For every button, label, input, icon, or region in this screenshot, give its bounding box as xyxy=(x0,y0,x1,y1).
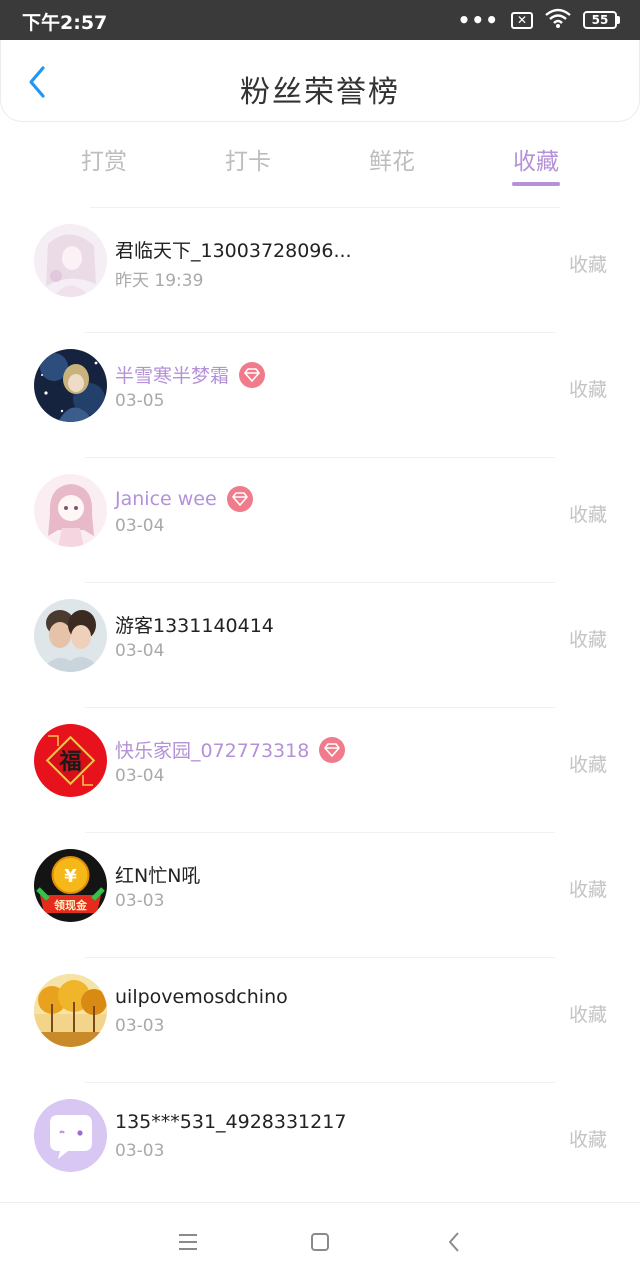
wifi-icon xyxy=(545,8,571,32)
favorite-date: 03-04 xyxy=(115,516,165,536)
tab-checkin[interactable]: 打卡 xyxy=(176,134,320,194)
page-title: 粉丝荣誉榜 xyxy=(240,75,400,110)
system-back-button[interactable] xyxy=(440,1227,470,1257)
list-item[interactable]: Janice wee 03-04 收藏 xyxy=(0,458,640,583)
favorite-date: 03-03 xyxy=(115,1141,165,1161)
no-sim-icon: ✕ xyxy=(511,11,533,29)
list-item[interactable]: 福 快乐家园_072773318 03-04 收藏 xyxy=(0,708,640,833)
diamond-vip-icon xyxy=(239,361,266,388)
avatar[interactable] xyxy=(34,474,107,547)
tab-tips[interactable]: 打赏 xyxy=(32,134,176,194)
favorite-label: 收藏 xyxy=(568,504,607,526)
favorite-date: 03-03 xyxy=(115,891,165,911)
avatar[interactable]: ¥ 领现金 xyxy=(34,849,107,922)
favorite-date: 03-04 xyxy=(115,766,165,786)
user-name: 135***531_4928331217 xyxy=(115,1111,347,1133)
battery-icon: 55 xyxy=(583,11,620,29)
home-button[interactable] xyxy=(305,1227,335,1257)
favorite-label: 收藏 xyxy=(568,1004,607,1026)
favorite-label: 收藏 xyxy=(568,754,607,776)
list-item[interactable]: 君临天下_13003728096... 昨天 19:39 收藏 xyxy=(0,208,640,333)
battery-level: 55 xyxy=(583,11,617,29)
diamond-vip-icon xyxy=(226,486,253,512)
cash-text: 领现金 xyxy=(53,898,88,912)
yen-text: ¥ xyxy=(64,866,77,887)
favorite-label: 收藏 xyxy=(568,254,607,276)
avatar[interactable] xyxy=(34,349,107,422)
list-item[interactable]: 135***531_4928331217 03-03 收藏 xyxy=(0,1083,640,1208)
diamond-vip-icon xyxy=(319,736,346,763)
avatar[interactable] xyxy=(34,224,107,297)
list-item[interactable]: 游客1331140414 03-04 收藏 xyxy=(0,583,640,708)
favorite-date: 03-04 xyxy=(115,641,165,661)
active-tab-indicator xyxy=(512,182,560,186)
tab-favorites[interactable]: 收藏 xyxy=(464,134,608,194)
avatar[interactable]: 福 xyxy=(34,724,107,797)
tab-bar: 打赏 打卡 鲜花 收藏 xyxy=(32,134,608,194)
fu-text: 福 xyxy=(58,750,81,775)
user-name: 半雪寒半梦霜 xyxy=(115,361,266,388)
list-item[interactable]: 半雪寒半梦霜 03-05 收藏 xyxy=(0,333,640,458)
favorite-label: 收藏 xyxy=(568,879,607,901)
menu-button[interactable] xyxy=(173,1227,203,1257)
fan-list: 君临天下_13003728096... 昨天 19:39 收藏 半雪寒半梦霜 0… xyxy=(0,208,640,1208)
avatar[interactable] xyxy=(34,974,107,1047)
status-icons: ••• ✕ 55 xyxy=(458,8,620,32)
status-bar: 下午2:57 ••• ✕ 55 xyxy=(0,0,640,40)
header-bar: 粉丝荣誉榜 xyxy=(0,40,640,122)
square-home-icon xyxy=(311,1233,329,1251)
more-dots-icon: ••• xyxy=(457,8,499,32)
favorite-label: 收藏 xyxy=(568,1129,607,1151)
tab-flowers[interactable]: 鲜花 xyxy=(320,134,464,194)
user-name: uilpovemosdchino xyxy=(115,986,288,1008)
list-item[interactable]: uilpovemosdchino 03-03 收藏 xyxy=(0,958,640,1083)
user-name: 君临天下_13003728096... xyxy=(115,240,352,262)
user-name: 红N忙N吼 xyxy=(115,865,201,887)
back-triangle-icon xyxy=(449,1232,459,1252)
user-name: 快乐家园_072773318 xyxy=(115,736,346,763)
system-nav-bar xyxy=(0,1202,640,1280)
favorite-date: 昨天 19:39 xyxy=(115,271,204,291)
favorite-label: 收藏 xyxy=(568,629,607,651)
list-item[interactable]: ¥ 领现金 红N忙N吼 03-03 收藏 xyxy=(0,833,640,958)
menu-icon xyxy=(179,1234,197,1250)
avatar[interactable] xyxy=(34,599,107,672)
user-name: 游客1331140414 xyxy=(115,615,274,637)
favorite-date: 03-03 xyxy=(115,1016,165,1036)
user-name: Janice wee xyxy=(115,486,253,512)
status-time: 下午2:57 xyxy=(22,12,108,34)
favorite-label: 收藏 xyxy=(568,379,607,401)
avatar[interactable] xyxy=(34,1099,107,1172)
favorite-date: 03-05 xyxy=(115,391,165,411)
